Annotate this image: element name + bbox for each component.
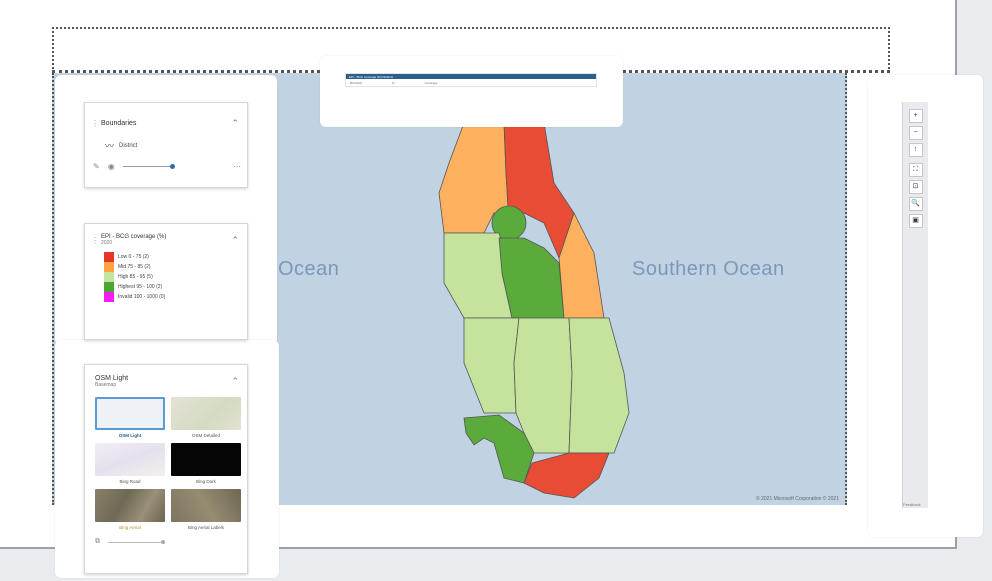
basemap-option-bing-dark[interactable]: Bing Dark <box>171 443 241 485</box>
basemap-panel: OSM Light Basemap ⌃ OSM Light OSM Detail… <box>84 364 248 574</box>
ocean-label-east: Southern Ocean <box>632 258 785 280</box>
basemap-thumbnail <box>95 489 165 522</box>
basemap-option-bing-aerial-labels[interactable]: Bing Aerial Labels <box>171 489 241 531</box>
map-copyright: © 2021 Microsoft Corporation © 2021 <box>756 496 839 502</box>
basemap-option-osm-light[interactable]: OSM Light <box>95 397 165 439</box>
legend-item: Mid 75 - 85 (2) <box>104 262 247 272</box>
legend-panel: ⋮ EPI - BCG coverage (%) 2020 ⌃ Low 0 - … <box>84 223 248 340</box>
basemap-option-bing-aerial[interactable]: Bing Aerial <box>95 489 165 531</box>
legend-swatch <box>104 282 114 292</box>
zoom-in-button[interactable]: + <box>908 109 923 123</box>
basemap-option-osm-detailed[interactable]: OSM Detailed <box>171 397 241 439</box>
basemap-title: OSM Light <box>95 375 129 382</box>
drag-handle-icon[interactable]: ⋮ <box>91 119 101 128</box>
legend-subtitle: 2020 <box>101 240 113 246</box>
basemap-opacity-slider[interactable] <box>108 539 165 544</box>
legend-item: High 85 - 95 (5) <box>104 272 247 282</box>
district-valley <box>568 317 630 454</box>
legend-item: Low 0 - 75 (2) <box>104 252 247 262</box>
more-options-icon[interactable]: ⋯ <box>233 162 241 171</box>
collapse-chevron-icon[interactable]: ⌃ <box>231 376 239 387</box>
legend-item: Invalid 100 - 1000 (0) <box>104 292 247 302</box>
line-layer-icon: 〰 <box>105 141 115 151</box>
boundaries-panel: ⋮ Boundaries ⌃ 〰 District ✎ ◉ ⋯ <box>84 102 248 188</box>
fullscreen-button[interactable]: ⛶ <box>908 163 923 177</box>
legend-item: Highest 95 - 100 (2) <box>104 282 247 292</box>
basemap-thumbnail <box>95 397 165 430</box>
basemap-thumbnail <box>95 443 165 476</box>
north-arrow-button[interactable]: ↑ <box>908 143 923 157</box>
mini-window: EPI - BCG coverage (%) Districts BCG(IM)… <box>345 73 597 87</box>
ocean-label-west: Ocean <box>278 258 340 280</box>
district-inland <box>463 317 520 414</box>
district-south <box>523 452 610 499</box>
map-toolbar: + − ↑ ⛶ ⊡ 🔍 ▣ Feedback <box>902 102 928 508</box>
basemap-subtitle: Basemap <box>95 382 117 388</box>
layers-button[interactable]: ▣ <box>908 214 923 228</box>
mini-window-row: BCG(IM)% Coverage <box>350 81 438 85</box>
legend-swatch <box>104 262 114 272</box>
eye-icon[interactable]: ◉ <box>108 162 115 171</box>
basemap-thumbnail <box>171 489 241 522</box>
zoom-out-button[interactable]: − <box>908 126 923 140</box>
legend-swatch <box>104 292 114 302</box>
legend-swatch <box>104 252 114 262</box>
collapse-chevron-icon[interactable]: ⌃ <box>231 235 239 246</box>
boundaries-title: Boundaries <box>101 120 137 127</box>
opacity-icon: ⧉ <box>95 538 100 545</box>
collapse-chevron-icon[interactable]: ⌃ <box>231 118 239 129</box>
drag-handle-icon[interactable]: ⋮ <box>91 236 101 245</box>
basemap-thumbnail <box>171 443 241 476</box>
fit-extent-button[interactable]: ⊡ <box>908 180 923 194</box>
search-button[interactable]: 🔍 <box>908 197 923 211</box>
opacity-slider[interactable] <box>122 164 175 169</box>
feedback-link[interactable]: Feedback <box>903 502 921 507</box>
legend-swatch <box>104 272 114 282</box>
edit-icon[interactable]: ✎ <box>93 162 100 171</box>
basemap-option-bing-road[interactable]: Bing Road <box>95 443 165 485</box>
basemap-thumbnail <box>171 397 241 430</box>
boundaries-item: District <box>119 142 138 149</box>
top-card <box>320 56 623 127</box>
